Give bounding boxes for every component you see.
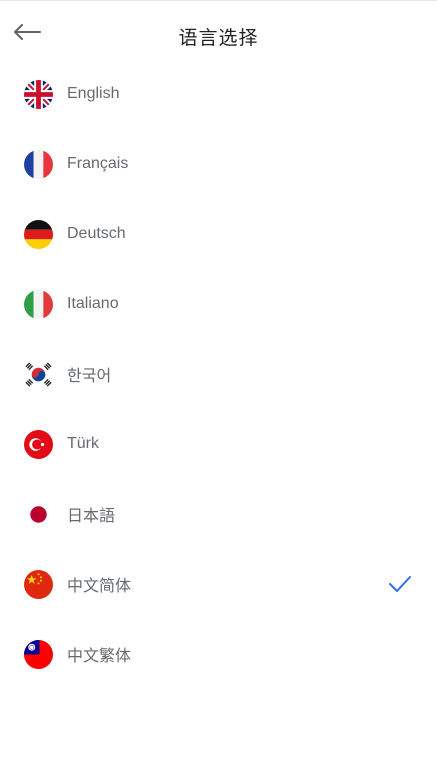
language-label: 日本語 (67, 508, 116, 525)
language-item-korean[interactable]: 한국어 (0, 339, 437, 409)
france-flag-icon (24, 149, 53, 179)
page-title: 语言选择 (178, 28, 259, 49)
language-item-english[interactable]: English (0, 59, 437, 129)
language-label: Deutsch (67, 225, 126, 242)
language-label: 中文繁体 (67, 648, 132, 665)
language-label: 中文简体 (67, 578, 132, 595)
checkmark-icon (389, 576, 411, 592)
language-list: English Français Deutsch Italiano 한국어 Tü… (0, 59, 437, 689)
china-flag-icon (24, 569, 53, 599)
language-label: 한국어 (67, 368, 112, 385)
language-item-french[interactable]: Français (0, 129, 437, 199)
language-label: Türk (67, 435, 99, 452)
language-item-italian[interactable]: Italiano (0, 269, 437, 339)
language-item-turkish[interactable]: Türk (0, 409, 437, 479)
turkey-flag-icon (24, 429, 53, 459)
korea-flag-icon (24, 359, 53, 389)
uk-flag-icon (24, 79, 53, 109)
taiwan-flag-icon (24, 639, 53, 669)
japan-flag-icon (24, 499, 53, 529)
language-item-chinese-traditional[interactable]: 中文繁体 (0, 619, 437, 689)
italy-flag-icon (24, 289, 53, 319)
germany-flag-icon (24, 219, 53, 249)
header: 语言选择 (0, 1, 437, 59)
language-item-japanese[interactable]: 日本語 (0, 479, 437, 549)
language-label: English (67, 85, 120, 102)
language-label: Italiano (67, 295, 119, 312)
language-label: Français (67, 155, 129, 172)
language-item-chinese-simplified[interactable]: 中文简体 (0, 549, 437, 619)
language-item-german[interactable]: Deutsch (0, 199, 437, 269)
